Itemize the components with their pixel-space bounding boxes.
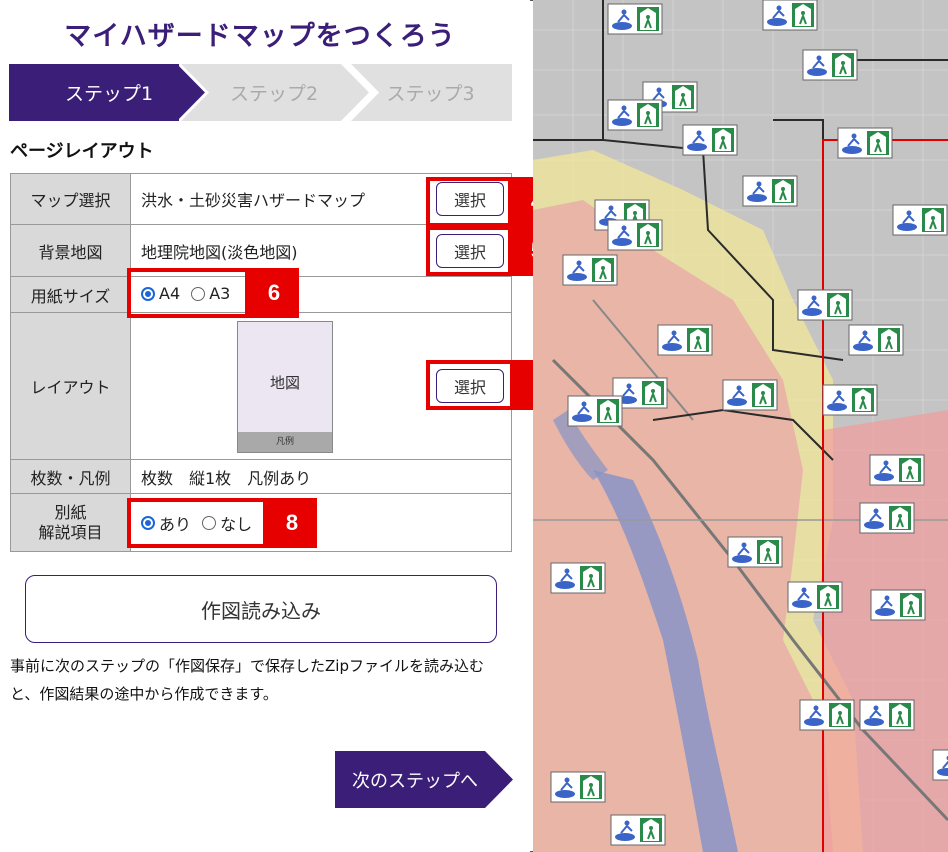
map-select-label: マップ選択 [10,173,131,225]
layout-preview-legend-text: 凡例 [238,432,332,452]
map-select-value: 洪水・土砂災害ハザードマップ [141,191,366,210]
base-map-label: 背景地図 [10,224,131,277]
load-drawing-button[interactable]: 作図読み込み [25,575,497,643]
page-layout-heading: ページレイアウト [10,141,154,162]
callout-4-frame [426,177,512,227]
separate-sheet-label-line1: 別紙 [54,502,87,522]
layout-preview-map-text: 地図 [269,374,300,392]
base-map-value: 地理院地図(淡色地図) [141,242,298,262]
layout-label: レイアウト [10,312,131,460]
row-pages-legend: 枚数・凡例 枚数 縦1枚 凡例あり [10,459,512,494]
callout-7-frame [426,360,514,410]
pages-legend-value: 枚数 縦1枚 凡例あり [130,459,512,494]
callout-8-badge: 8 [267,498,317,548]
hazard-map-view[interactable] [533,0,948,852]
callout-8-frame [127,498,267,548]
step-indicator: ステップ1 ステップ2 ステップ3 [9,64,512,121]
layout-preview-thumbnail: 地図 凡例 [237,321,333,453]
hazard-map-canvas [533,0,948,852]
callout-6-frame [127,268,249,318]
callout-5-frame [426,226,512,276]
next-step-label: 次のステップへ [352,770,478,792]
step-3-label: ステップ3 [386,83,475,105]
callout-6-badge: 6 [249,268,299,318]
load-drawing-note: 事前に次のステップの「作図保存」で保存したZipファイルを読み込むと、作図結果の… [10,657,484,703]
separate-sheet-label: 別紙 解説項目 [10,493,131,552]
left-panel: マイハザードマップをつくろう ステップ1 ステップ2 ステップ3 ページレイアウ… [0,0,564,852]
page-title: マイハザードマップをつくろう [64,21,456,52]
pages-legend-label: 枚数・凡例 [10,459,131,494]
step-2-label: ステップ2 [229,83,319,105]
step-1-label: ステップ1 [64,83,154,105]
step-2-tab[interactable]: ステップ2 [179,64,369,121]
step-3-tab[interactable]: ステップ3 [349,64,512,121]
separate-sheet-label-line2: 解説項目 [38,522,103,542]
next-step-button[interactable]: 次のステップへ [335,751,513,808]
paper-size-label: 用紙サイズ [10,276,131,313]
